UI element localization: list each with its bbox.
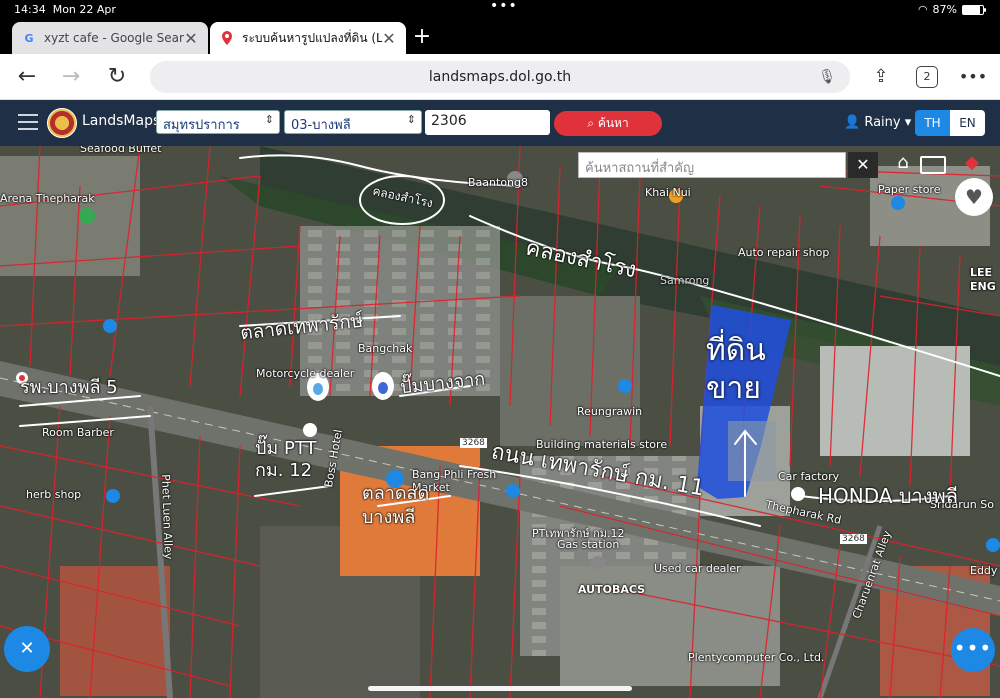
map-label[interactable]: herb shop bbox=[26, 488, 81, 501]
map-label[interactable]: LEE ENG bbox=[970, 266, 1000, 294]
tab-label: xyzt cafe - Google Search bbox=[44, 31, 184, 45]
map-label[interactable]: Samrong bbox=[660, 274, 709, 287]
annotation-market-south: ตลาดสดบางพลี bbox=[362, 483, 430, 528]
chevron-updown-icon: ⇕ bbox=[406, 113, 416, 126]
user-icon: 👤 bbox=[844, 115, 861, 130]
map-label[interactable]: Reungrawin bbox=[577, 405, 642, 418]
hamburger-menu-icon[interactable] bbox=[18, 114, 38, 130]
tools-fab-icon[interactable]: ✕ bbox=[4, 626, 50, 672]
map-label[interactable]: Auto repair shop bbox=[738, 246, 829, 259]
annotation-land-for-sale: ที่ดินขาย bbox=[706, 333, 766, 406]
annotation-hospital: รพ.บางพลี 5 bbox=[20, 377, 118, 398]
back-arrow-icon[interactable]: ← bbox=[12, 62, 42, 92]
map-label[interactable]: Khai Nui bbox=[645, 186, 691, 199]
annotation-ptt: ปั๊ม PTT กม. 12 bbox=[255, 438, 317, 481]
lang-en-button[interactable]: EN bbox=[950, 110, 985, 136]
close-icon[interactable]: ✕ bbox=[848, 152, 878, 178]
dol-logo bbox=[47, 108, 77, 138]
google-icon: G bbox=[24, 31, 34, 45]
district-select[interactable]: 03-บางพลี ⇕ bbox=[284, 110, 422, 134]
lang-th-button[interactable]: TH bbox=[915, 110, 950, 136]
tab-count-button[interactable]: 2 bbox=[916, 66, 938, 88]
battery-percent: 87% bbox=[932, 3, 957, 16]
place-search-input[interactable]: ค้นหาสถานที่สำคัญ bbox=[578, 152, 846, 178]
forward-arrow-icon[interactable]: → bbox=[56, 62, 86, 92]
home-indicator bbox=[368, 686, 632, 691]
app-header: LandsMaps สมุทรปราการ ⇕ 03-บางพลี ⇕ 2306 ⌕… bbox=[0, 100, 1000, 146]
status-time: 14:34 Mon 22 Apr bbox=[14, 3, 116, 16]
map-label[interactable]: Baantong8 bbox=[468, 176, 528, 189]
app-name: LandsMaps bbox=[82, 113, 161, 129]
province-select[interactable]: สมุทรปราการ ⇕ bbox=[156, 110, 280, 134]
search-button[interactable]: ⌕ ค้นหา bbox=[554, 111, 662, 136]
user-menu[interactable]: 👤 Rainy ▾ bbox=[844, 115, 911, 130]
tab-google-search[interactable]: G xyzt cafe - Google Search ✕ bbox=[12, 22, 208, 54]
map-label[interactable]: AUTOBACS bbox=[578, 583, 645, 596]
tab-bar: G xyzt cafe - Google Search ✕ ระบบค้นหาร… bbox=[0, 20, 1000, 54]
route-shield: 3268 bbox=[460, 438, 487, 448]
wifi-icon: ◠ bbox=[917, 3, 928, 16]
microphone-icon[interactable]: 🎙 bbox=[818, 61, 836, 93]
tab-landsmaps[interactable]: ระบบค้นหารูปแปลงที่ดิน (Land ✕ bbox=[210, 22, 406, 54]
grid-icon[interactable] bbox=[920, 156, 946, 174]
new-tab-button[interactable]: + bbox=[412, 24, 432, 49]
pin-icon bbox=[220, 31, 234, 45]
heart-icon[interactable]: ♥ bbox=[955, 178, 993, 216]
route-shield: 3268 bbox=[840, 534, 867, 544]
chevron-down-icon: ▾ bbox=[904, 115, 912, 130]
reload-icon[interactable]: ↻ bbox=[102, 62, 132, 92]
search-icon: ⌕ bbox=[587, 116, 594, 130]
home-icon[interactable]: ⌂ bbox=[890, 152, 916, 178]
map-label[interactable]: Arena Thepharak bbox=[0, 192, 95, 205]
close-tab-icon[interactable]: ✕ bbox=[184, 29, 198, 48]
map-label[interactable]: Plentycomputer Co., Ltd. bbox=[688, 651, 824, 664]
url-field[interactable]: landsmaps.dol.go.th 🎙 bbox=[150, 61, 850, 93]
map-label[interactable]: Paper store bbox=[878, 183, 940, 196]
more-options-icon[interactable]: ••• bbox=[958, 62, 988, 92]
map-label[interactable]: Seafood Buffet bbox=[80, 146, 161, 155]
status-right: ◠ 87% bbox=[917, 3, 986, 16]
map-label[interactable]: Motorcycle dealer bbox=[256, 367, 354, 380]
map-label[interactable]: Bangchak bbox=[358, 342, 412, 355]
status-bar: 14:34 Mon 22 Apr ••• ◠ 87% bbox=[0, 0, 1000, 20]
close-tab-icon[interactable]: ✕ bbox=[382, 29, 396, 48]
map-label[interactable]: Used car dealer bbox=[654, 562, 741, 575]
parcel-number-input[interactable]: 2306 bbox=[425, 110, 550, 135]
chevron-updown-icon: ⇕ bbox=[264, 113, 274, 126]
battery-icon bbox=[962, 4, 986, 15]
multitask-dots[interactable]: ••• bbox=[490, 0, 518, 14]
layers-icon[interactable]: ◆ bbox=[958, 152, 986, 180]
tab-label: ระบบค้นหารูปแปลงที่ดิน (Land bbox=[242, 30, 382, 45]
address-toolbar: ← → ↻ landsmaps.dol.go.th 🎙 ⇪ 2 ••• bbox=[0, 54, 1000, 100]
more-fab-button[interactable]: ••• bbox=[951, 628, 995, 672]
map-label[interactable]: Room Barber bbox=[42, 426, 114, 439]
map-label[interactable]: Gas station bbox=[557, 538, 619, 551]
map-label[interactable]: Eddy bbox=[970, 564, 997, 577]
share-icon[interactable]: ⇪ bbox=[866, 62, 896, 92]
map-view[interactable]: Arena Thepharak Seafood Buffet Baantong8… bbox=[0, 146, 1000, 698]
language-toggle: TH EN bbox=[915, 110, 985, 136]
annotation-honda: HONDA บางพลี bbox=[818, 484, 958, 508]
